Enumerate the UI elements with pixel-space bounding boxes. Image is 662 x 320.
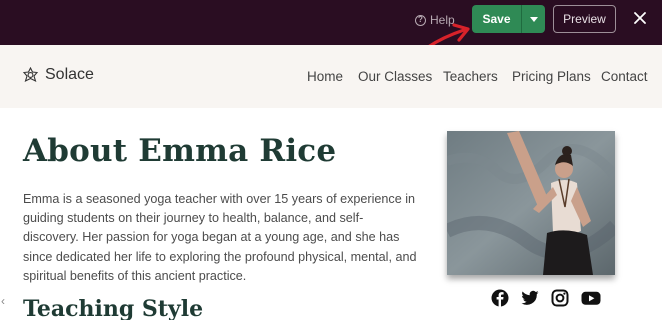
save-button-group: Save (472, 5, 545, 33)
instagram-icon (551, 289, 569, 307)
lotus-logo-icon (22, 66, 39, 82)
nav-teachers[interactable]: Teachers (443, 69, 498, 84)
facebook-link[interactable] (491, 289, 509, 307)
bio-line: discovery. Her passion for yoga began at… (23, 230, 400, 245)
preview-button[interactable]: Preview (553, 5, 616, 33)
editor-toolbar: ? Help Save Preview (0, 0, 662, 45)
save-button[interactable]: Save (472, 5, 521, 33)
bio-paragraph: Emma is a seasoned yoga teacher with ove… (23, 190, 428, 286)
twitter-icon (521, 290, 539, 305)
page-title: About Emma Rice (23, 133, 337, 169)
social-links (491, 289, 601, 307)
site-logo[interactable]: Solace (22, 66, 94, 84)
youtube-link[interactable] (581, 289, 601, 307)
bio-line: since dedicated her life to exploring th… (23, 249, 417, 264)
nav-our-classes[interactable]: Our Classes (358, 69, 432, 84)
nav-contact[interactable]: Contact (601, 69, 648, 84)
bio-line: spiritual benefits of this ancient pract… (23, 268, 247, 283)
teacher-photo (447, 131, 615, 275)
youtube-icon (581, 291, 601, 305)
close-editor-button[interactable] (630, 8, 650, 28)
yoga-pose-image (447, 131, 615, 275)
bio-line: guiding students on their journey to hea… (23, 211, 364, 226)
caret-down-icon (529, 16, 538, 22)
bio-line: Emma is a seasoned yoga teacher with ove… (23, 192, 416, 206)
facebook-icon (491, 289, 509, 307)
logo-text: Solace (45, 66, 94, 83)
section-title-teaching-style: Teaching Style (23, 296, 204, 320)
nav-pricing-plans[interactable]: Pricing Plans (512, 69, 591, 84)
twitter-link[interactable] (521, 289, 539, 307)
instagram-link[interactable] (551, 289, 569, 307)
close-icon (634, 12, 646, 24)
save-options-dropdown[interactable] (521, 5, 545, 33)
scroll-left-handle[interactable]: ‹ (1, 295, 9, 307)
nav-home[interactable]: Home (307, 69, 343, 84)
site-header: Solace Home Our Classes Teachers Pricing… (0, 45, 662, 108)
